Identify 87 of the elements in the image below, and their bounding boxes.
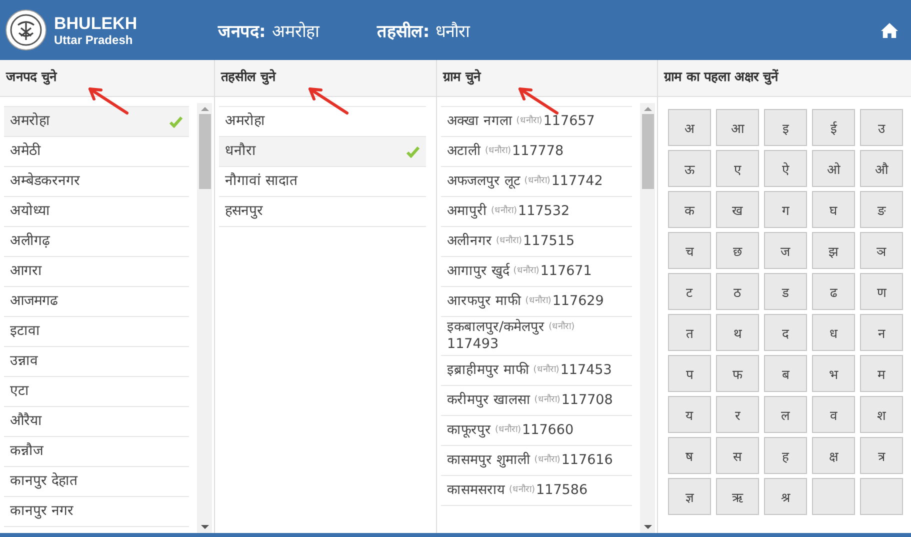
letter-button[interactable]: ऐ — [764, 150, 807, 187]
list-item[interactable]: अलीगढ़ — [4, 227, 189, 257]
field-label: जनपद: — [218, 22, 266, 42]
home-icon[interactable] — [880, 22, 899, 38]
letter-button[interactable]: द — [764, 314, 807, 351]
site-subtitle: Uttar Pradesh — [54, 32, 134, 46]
letter-button[interactable]: ओ — [812, 150, 855, 187]
field-value: अमरोहा — [272, 22, 319, 42]
list-item[interactable]: औरैया — [4, 407, 189, 437]
letter-button[interactable] — [860, 478, 903, 515]
list-item[interactable]: नौगावां सादात — [219, 167, 426, 197]
letter-button[interactable]: ड — [764, 273, 807, 310]
letter-button[interactable]: ट — [668, 273, 711, 310]
list-item[interactable]: धनौरा — [219, 137, 426, 167]
letter-button[interactable]: फ — [716, 355, 759, 392]
scrollbar[interactable] — [640, 103, 655, 533]
letter-button[interactable]: क्ष — [812, 437, 855, 474]
scrollbar[interactable] — [197, 103, 212, 533]
letter-button[interactable]: छ — [716, 232, 759, 269]
letter-button[interactable]: व — [812, 396, 855, 433]
letter-button[interactable]: ष — [668, 437, 711, 474]
list-item[interactable]: उन्नाव — [4, 347, 189, 377]
letter-button[interactable]: ख — [716, 191, 759, 228]
column-header: ग्राम का पहला अक्षर चुनें — [658, 60, 911, 97]
letter-button[interactable]: ग — [764, 191, 807, 228]
letter-button[interactable]: त — [668, 314, 711, 351]
column-header: तहसील चुने — [215, 60, 436, 97]
site-title: BHULEKH — [54, 14, 138, 32]
letter-button[interactable]: ए — [716, 150, 759, 187]
letter-button[interactable]: क — [668, 191, 711, 228]
letter-button[interactable]: झ — [812, 232, 855, 269]
letter-button[interactable]: स — [716, 437, 759, 474]
letter-button[interactable]: ल — [764, 396, 807, 433]
list-item[interactable]: आगरा — [4, 257, 189, 287]
letter-button[interactable]: ज्ञ — [668, 478, 711, 515]
list-item[interactable]: इटावा — [4, 317, 189, 347]
list-item[interactable]: कानपुर नगर — [4, 497, 189, 527]
letter-button[interactable]: य — [668, 396, 711, 433]
letter-button[interactable]: र — [716, 396, 759, 433]
annotation-arrow — [306, 86, 350, 116]
column-header: ग्राम चुने — [437, 60, 657, 97]
list-item[interactable]: इकबालपुर/कमेलपुर (धनौरा) 117493 — [441, 317, 632, 356]
letter-button[interactable]: ध — [812, 314, 855, 351]
annotation-arrow — [516, 86, 560, 116]
list-item[interactable]: हसनपुर — [219, 197, 426, 227]
check-icon — [169, 116, 183, 128]
list-item[interactable]: एटा — [4, 377, 189, 407]
emblem-logo — [5, 9, 47, 51]
list-item[interactable]: अयोध्या — [4, 197, 189, 227]
letter-button[interactable]: ठ — [716, 273, 759, 310]
letter-button[interactable]: ज — [764, 232, 807, 269]
letter-button[interactable]: घ — [812, 191, 855, 228]
list-item[interactable]: अमेठी — [4, 137, 189, 167]
letter-button[interactable]: उ — [860, 109, 903, 146]
list-item[interactable]: आजमगढ — [4, 287, 189, 317]
letter-button[interactable]: अ — [668, 109, 711, 146]
letter-button[interactable]: ढ — [812, 273, 855, 310]
letter-button[interactable]: इ — [764, 109, 807, 146]
list-item[interactable]: कन्नौज — [4, 437, 189, 467]
column-header: जनपद चुने — [0, 60, 214, 97]
check-icon — [406, 146, 420, 158]
letter-button[interactable] — [812, 478, 855, 515]
letter-button[interactable]: औ — [860, 150, 903, 187]
letter-button[interactable]: भ — [812, 355, 855, 392]
list-item[interactable]: अमरोहा — [4, 107, 189, 137]
letter-button[interactable]: ह — [764, 437, 807, 474]
letter-button[interactable]: त्र — [860, 437, 903, 474]
letter-button[interactable]: ऊ — [668, 150, 711, 187]
letter-button[interactable]: ई — [812, 109, 855, 146]
letter-button[interactable]: ङ — [860, 191, 903, 228]
letter-button[interactable]: च — [668, 232, 711, 269]
field-label: तहसील: — [376, 22, 430, 42]
list-item[interactable]: अम्बेडकरनगर — [4, 167, 189, 197]
field-value: धनौरा — [436, 22, 470, 42]
letter-button[interactable]: आ — [716, 109, 759, 146]
letter-button[interactable]: प — [668, 355, 711, 392]
letter-button[interactable]: ब — [764, 355, 807, 392]
letter-button[interactable]: श्र — [764, 478, 807, 515]
letter-button[interactable]: थ — [716, 314, 759, 351]
letter-button[interactable]: न — [860, 314, 903, 351]
list-item[interactable]: कानपुर देहात — [4, 467, 189, 497]
letter-button[interactable]: ञ — [860, 232, 903, 269]
letter-button[interactable]: ऋ — [716, 478, 759, 515]
letter-button[interactable]: श — [860, 396, 903, 433]
letter-button[interactable]: म — [860, 355, 903, 392]
annotation-arrow — [86, 86, 130, 116]
letter-button[interactable]: ण — [860, 273, 903, 310]
